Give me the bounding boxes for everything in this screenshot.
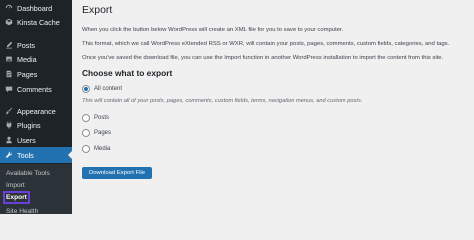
sidebar-item-label: Pages bbox=[17, 69, 38, 79]
radio-media[interactable]: Media bbox=[82, 144, 110, 154]
export-highlight-box bbox=[3, 191, 30, 204]
kinsta-cache-icon bbox=[1, 18, 17, 26]
sidebar-item-label: Appearance bbox=[17, 106, 56, 116]
intro-paragraph: When you click the button below WordPres… bbox=[82, 27, 344, 33]
radio-label[interactable]: Posts bbox=[94, 115, 109, 121]
comments-icon bbox=[1, 85, 17, 93]
radio-all-content[interactable]: All content bbox=[82, 84, 122, 94]
radio-button[interactable] bbox=[82, 129, 90, 137]
sidebar-item-label: Media bbox=[17, 54, 37, 64]
page-title: Export bbox=[82, 4, 113, 16]
sidebar-item-kinsta-cache[interactable]: Kinsta Cache bbox=[0, 14, 72, 30]
sidebar-item-label: Kinsta Cache bbox=[17, 17, 60, 27]
download-export-file-button[interactable]: Download Export File bbox=[82, 167, 152, 179]
pages-icon bbox=[1, 70, 17, 78]
media-icon bbox=[1, 55, 17, 63]
section-heading: Choose what to export bbox=[82, 68, 173, 78]
main-content: Export When you click the button below W… bbox=[72, 0, 474, 214]
users-icon bbox=[1, 136, 17, 144]
radio-button[interactable] bbox=[82, 85, 90, 93]
sidebar-item-pages[interactable]: Pages bbox=[0, 66, 72, 82]
sidebar-item-label: Tools bbox=[17, 150, 34, 160]
radio-posts[interactable]: Posts bbox=[82, 113, 109, 123]
appearance-icon bbox=[1, 107, 17, 115]
submenu-item-import[interactable]: Import bbox=[6, 182, 25, 189]
tools-icon bbox=[1, 151, 17, 159]
radio-button[interactable] bbox=[82, 114, 90, 122]
submenu-item-site-health[interactable]: Site Health bbox=[6, 208, 38, 215]
import-paragraph: Once you've saved the download file, you… bbox=[82, 55, 444, 61]
posts-icon bbox=[1, 41, 17, 49]
sidebar-item-plugins[interactable]: Plugins bbox=[0, 117, 72, 133]
sidebar-item-label: Comments bbox=[17, 84, 52, 94]
submenu-item-available-tools[interactable]: Available Tools bbox=[6, 170, 50, 177]
sidebar-item-tools[interactable]: Tools bbox=[0, 147, 72, 163]
sidebar-item-users[interactable]: Users bbox=[0, 132, 72, 148]
sidebar-item-media[interactable]: Media bbox=[0, 51, 72, 67]
all-content-description: This will contain all of your posts, pag… bbox=[82, 98, 363, 104]
radio-label[interactable]: All content bbox=[94, 86, 122, 92]
sidebar-item-label: Posts bbox=[17, 40, 35, 50]
radio-pages[interactable]: Pages bbox=[82, 128, 111, 138]
sidebar-item-label: Plugins bbox=[17, 120, 41, 130]
sidebar-item-label: Users bbox=[17, 135, 36, 145]
plugins-icon bbox=[1, 121, 17, 129]
admin-sidebar: Dashboard Kinsta Cache Posts Media Pages… bbox=[0, 0, 72, 215]
radio-label[interactable]: Pages bbox=[94, 130, 111, 136]
dashboard-icon bbox=[1, 4, 17, 12]
sidebar-item-label: Dashboard bbox=[17, 3, 53, 13]
sidebar-item-comments[interactable]: Comments bbox=[0, 81, 72, 97]
radio-selected-dot bbox=[84, 87, 88, 91]
format-paragraph: This format, which we call WordPress eXt… bbox=[82, 41, 450, 47]
radio-button[interactable] bbox=[82, 145, 90, 153]
radio-label[interactable]: Media bbox=[94, 146, 110, 152]
tools-submenu: Available Tools Import Export Site Healt… bbox=[0, 164, 72, 215]
